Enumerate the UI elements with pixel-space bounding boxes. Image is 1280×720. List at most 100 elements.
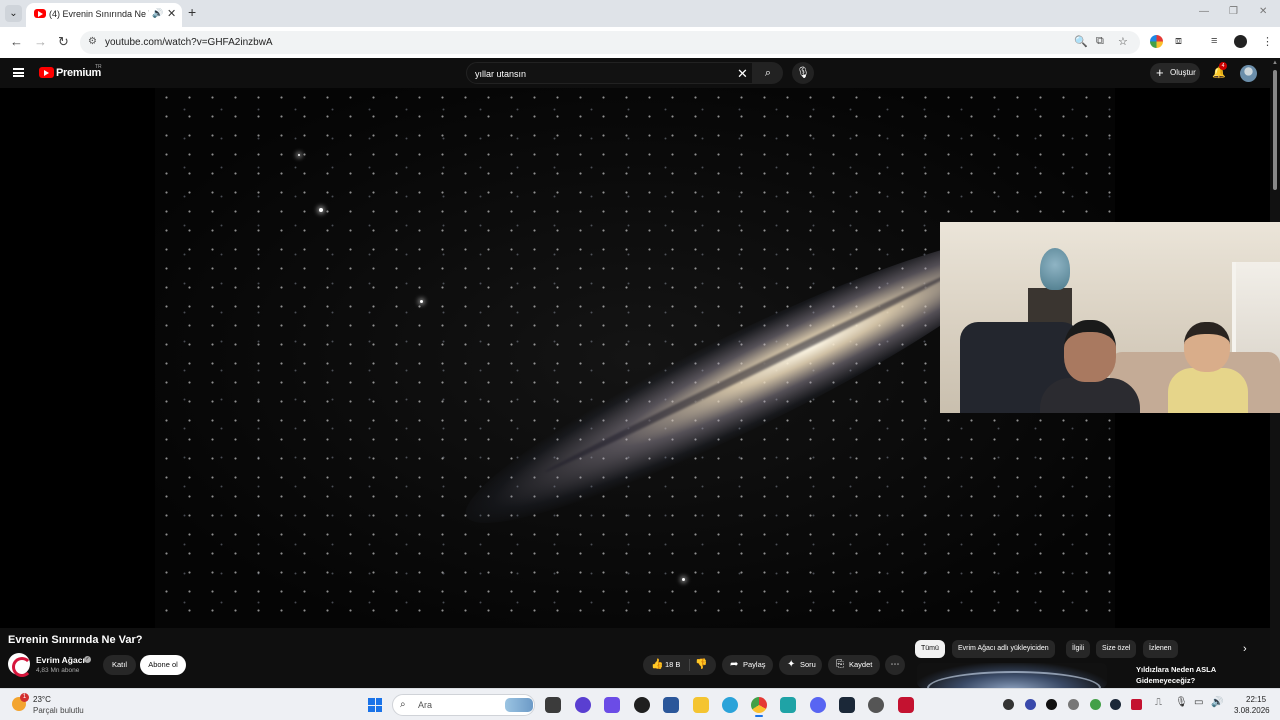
channel-name[interactable]: Evrim Ağacı [36,655,85,665]
create-button[interactable]: + Oluştur [1150,63,1200,83]
maximize-button[interactable]: ❐ [1229,6,1238,17]
install-app-icon[interactable]: ⧉ [1096,35,1104,48]
address-bar[interactable]: ⚙ youtube.com/watch?v=GHFA2inzbwA [80,31,1140,54]
notification-badge: 4 [1219,62,1227,70]
media-control-icon[interactable]: ≡ [1211,35,1217,47]
tray-app-icon[interactable] [1090,699,1101,710]
video-title: Evrenin Sınırında Ne Var? [8,634,143,646]
chevron-down-icon: ⌄ [9,8,18,19]
join-button[interactable]: Katıl [103,655,136,675]
app-icon[interactable] [898,697,914,713]
back-button[interactable]: ← [10,34,23,49]
app-icon[interactable] [780,697,796,713]
search-input[interactable]: yıllar utansın ✕ [466,62,753,84]
create-label: Oluştur [1170,68,1196,77]
discord-icon[interactable] [810,697,826,713]
save-button[interactable]: ⎘ Kaydet [828,655,880,675]
temperature[interactable]: 23°C [33,695,51,704]
streamer-body [1040,378,1140,413]
reload-button[interactable]: ↻ [58,34,69,50]
zoom-icon[interactable]: 🔍 [1074,35,1088,48]
weather-badge: 1 [20,693,29,702]
chip-all[interactable]: Tümü [915,640,945,658]
bookmark-star-icon[interactable]: ☆ [1118,35,1128,48]
more-actions-button[interactable]: ⋯ [885,655,905,675]
task-view-icon[interactable] [545,697,561,713]
save-label: Kaydet [849,660,873,669]
tray-mic-icon[interactable]: 🎙 [1175,697,1188,708]
search-query: yıllar utansın [475,69,527,79]
browser-tab-bar: ⌄ (4) Evrenin Sınırında Ne Var? 🔊 ✕ + — … [0,0,1280,27]
edge-icon[interactable] [722,697,738,713]
search-button[interactable]: ⌕ [753,62,783,84]
app-icon[interactable] [575,697,591,713]
forward-button[interactable]: → [34,34,47,49]
tray-app-icon[interactable] [1003,699,1014,710]
url-text: youtube.com/watch?v=GHFA2inzbwA [105,37,273,48]
chip-related[interactable]: İlgili [1066,640,1091,658]
start-button[interactable] [368,698,382,712]
recommended-video-thumbnail[interactable] [917,663,1107,688]
extension-icon[interactable] [1150,35,1163,48]
ask-button[interactable]: ✦ Soru [779,655,822,675]
chip-for-you[interactable]: Size özel [1096,640,1137,658]
chrome-icon[interactable] [751,697,767,713]
tray-app-icon[interactable] [1068,699,1079,710]
tab-title: (4) Evrenin Sınırında Ne Var? [49,9,149,19]
chip-watched[interactable]: İzlenen [1143,640,1178,658]
clear-search-icon[interactable]: ✕ [737,66,748,82]
browser-menu-icon[interactable]: ⋮ [1262,35,1273,48]
settings-gear-icon[interactable] [868,697,884,713]
steam-icon[interactable] [839,697,855,713]
thumbs-down-icon[interactable]: 👎 [695,655,707,675]
menu-icon[interactable] [13,68,24,77]
recommended-video-title[interactable]: Yıldızlara Neden ASLA Gidemeyeceğiz? [1136,664,1246,686]
windows-logo-tile [375,698,382,705]
close-tab-icon[interactable]: ✕ [167,7,176,20]
subscribe-button[interactable]: Abone ol [140,655,186,675]
tray-app-icon[interactable] [1046,699,1057,710]
share-button[interactable]: ➦ Paylaş [722,655,773,675]
scrollbar-thumb[interactable] [1273,70,1277,190]
tray-usb-icon[interactable]: ⎍ [1155,697,1162,708]
thumbs-up-icon[interactable]: 👍 [651,655,663,675]
tray-volume-icon[interactable]: 🔊 [1211,697,1223,708]
app-icon[interactable] [634,697,650,713]
bright-star [319,208,323,212]
youtube-header: Premium TR yıllar utansın ✕ ⌕ 🎙 + Oluştu… [0,58,1270,88]
clock-time[interactable]: 22:15 [1246,695,1266,704]
weather-description[interactable]: Parçalı bulutlu [33,706,84,715]
bright-star [298,154,300,156]
windows-logo-tile [368,705,375,712]
tray-app-icon[interactable] [1025,699,1036,710]
like-count[interactable]: 18 B [665,655,680,675]
site-settings-icon[interactable]: ⚙ [88,36,97,47]
minimize-button[interactable]: — [1199,6,1209,17]
file-explorer-icon[interactable] [693,697,709,713]
new-tab-button[interactable]: + [188,4,196,20]
speaker-icon[interactable]: 🔊 [152,8,163,19]
app-icon[interactable] [604,697,620,713]
user-avatar[interactable] [1240,65,1257,82]
browser-toolbar: ← → ↻ ⚙ youtube.com/watch?v=GHFA2inzbwA … [0,27,1280,58]
extensions-puzzle-icon[interactable]: ⧈ [1175,35,1182,48]
search-icon: ⌕ [400,699,406,710]
taskbar-search[interactable]: ⌕ Ara [392,694,535,716]
tray-app-icon[interactable] [1131,699,1142,710]
voice-search-button[interactable]: 🎙 [792,62,814,84]
close-window-button[interactable]: ✕ [1259,6,1267,17]
clock-date[interactable]: 3.08.2026 [1234,706,1270,715]
tray-display-icon[interactable]: ▭ [1194,697,1203,708]
chip-from-uploader[interactable]: Evrim Ağacı adlı yükleyiciden [952,640,1055,658]
scroll-up-icon[interactable]: ▲ [1272,60,1278,66]
tab-list-button[interactable]: ⌄ [5,5,22,22]
app-icon[interactable] [663,697,679,713]
bookmark-icon: ⎘ [836,659,844,670]
like-dislike-group: 👍 18 B 👎 [643,655,716,675]
browser-tab-active[interactable]: (4) Evrenin Sınırında Ne Var? 🔊 ✕ [26,3,182,27]
youtube-logo-icon[interactable] [39,67,54,78]
tray-steam-icon[interactable] [1110,699,1121,710]
chevron-right-icon[interactable]: › [1243,643,1247,655]
profile-avatar[interactable] [1234,35,1247,48]
channel-avatar[interactable] [8,653,32,677]
